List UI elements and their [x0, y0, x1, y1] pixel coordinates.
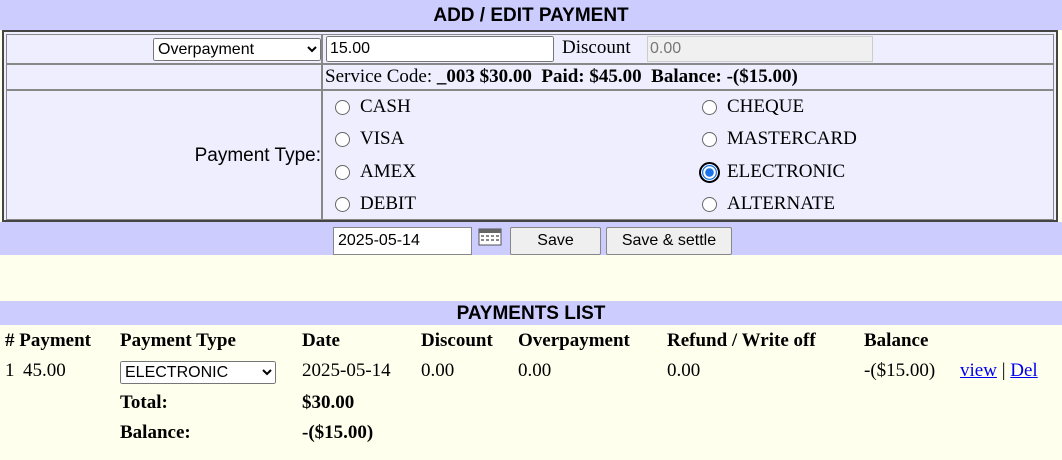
- link-separator: |: [1001, 360, 1006, 381]
- radio-debit[interactable]: DEBIT: [335, 193, 416, 215]
- radio-alternate[interactable]: ALTERNATE: [702, 193, 835, 215]
- col-date: Date: [302, 330, 340, 351]
- service-summary: Service Code: _003 $30.00 Paid: $45.00 B…: [322, 64, 1054, 90]
- radio-alternate-icon[interactable]: [702, 196, 717, 212]
- mode-cell: Overpayment: [6, 34, 322, 64]
- list-balance-label: Balance:: [120, 422, 191, 443]
- radio-debit-icon[interactable]: [335, 196, 350, 212]
- payment-form: Overpayment Discount Service Code: _003 …: [2, 30, 1058, 222]
- paid-value: $45.00: [589, 66, 642, 87]
- radio-cash[interactable]: CASH: [335, 96, 411, 118]
- payment-type-options: CASH CHEQUE VISA MASTERCARD AMEX ELECTRO…: [322, 90, 1054, 220]
- total-label: Total:: [120, 392, 168, 413]
- radio-amex[interactable]: AMEX: [335, 161, 416, 183]
- row-payment: 45.00: [23, 360, 66, 381]
- spacer-cell: [6, 64, 322, 90]
- radio-electronic-icon[interactable]: [699, 161, 720, 183]
- row-refund: 0.00: [667, 360, 701, 381]
- radio-amex-label: AMEX: [360, 161, 416, 182]
- col-payment-type: Payment Type: [120, 330, 236, 351]
- payments-list-header: PAYMENTS LIST: [0, 301, 1062, 325]
- radio-mastercard-label: MASTERCARD: [727, 128, 857, 149]
- col-payment: # Payment: [5, 330, 92, 351]
- amount-input[interactable]: [326, 36, 554, 62]
- radio-alternate-label: ALTERNATE: [727, 193, 836, 214]
- col-refund: Refund / Write off: [667, 330, 816, 351]
- radio-cash-icon[interactable]: [335, 99, 350, 115]
- payment-type-label-cell: Payment Type:: [6, 90, 322, 220]
- row-discount: 0.00: [421, 360, 455, 381]
- view-link[interactable]: view: [960, 360, 997, 381]
- save-settle-button[interactable]: Save & settle: [606, 227, 732, 255]
- radio-electronic[interactable]: ELECTRONIC: [699, 161, 845, 183]
- col-discount: Discount: [421, 330, 493, 351]
- balance-label: Balance:: [651, 66, 722, 87]
- discount-label: Discount: [562, 37, 631, 58]
- list-balance-value: -($15.00): [302, 422, 374, 443]
- radio-electronic-label: ELECTRONIC: [727, 161, 846, 182]
- service-code-label: Service Code:: [325, 66, 433, 87]
- radio-amex-icon[interactable]: [335, 164, 350, 180]
- radio-cheque[interactable]: CHEQUE: [702, 96, 804, 118]
- row-num: 1: [5, 360, 15, 381]
- date-input[interactable]: [333, 227, 472, 255]
- payment-type-label: Payment Type:: [194, 145, 321, 166]
- amount-cell: Discount: [322, 34, 1054, 64]
- row-overpayment: 0.00: [518, 360, 552, 381]
- total-value: $30.00: [302, 392, 355, 413]
- save-button[interactable]: Save: [510, 227, 601, 255]
- service-code-value: _003 $30.00: [436, 66, 532, 87]
- radio-cheque-icon[interactable]: [702, 99, 717, 115]
- radio-mastercard-icon[interactable]: [702, 131, 717, 147]
- del-link[interactable]: Del: [1010, 360, 1037, 381]
- balance-value: -($15.00): [726, 66, 798, 87]
- radio-mastercard[interactable]: MASTERCARD: [702, 128, 857, 150]
- row-date: 2025-05-14: [302, 360, 391, 381]
- radio-visa-icon[interactable]: [335, 131, 350, 147]
- payment-mode-select[interactable]: Overpayment: [153, 38, 321, 61]
- row-payment-type-select[interactable]: ELECTRONIC: [120, 361, 276, 384]
- radio-cheque-label: CHEQUE: [727, 96, 805, 117]
- radio-visa-label: VISA: [360, 128, 405, 149]
- add-edit-payment-header: ADD / EDIT PAYMENT: [0, 0, 1062, 30]
- col-overpayment: Overpayment: [518, 330, 630, 351]
- col-balance: Balance: [864, 330, 929, 351]
- paid-label: Paid:: [541, 66, 585, 87]
- calendar-icon[interactable]: [478, 228, 502, 246]
- row-balance: -($15.00): [864, 360, 936, 381]
- radio-debit-label: DEBIT: [360, 193, 416, 214]
- discount-input[interactable]: [647, 36, 873, 62]
- radio-visa[interactable]: VISA: [335, 128, 404, 150]
- radio-cash-label: CASH: [360, 96, 411, 117]
